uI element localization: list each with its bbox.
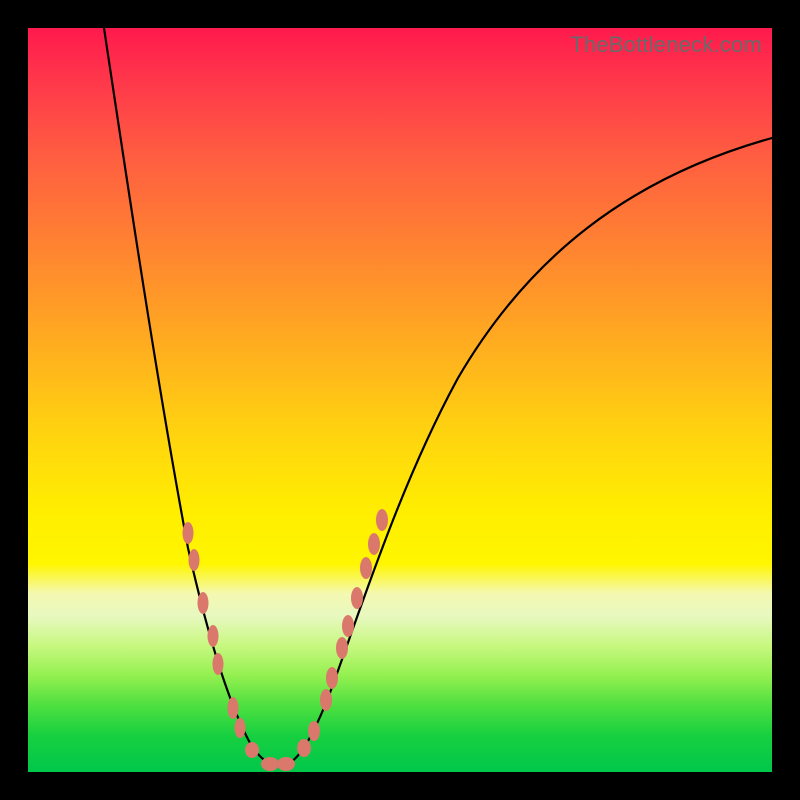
marker-pill xyxy=(235,718,246,738)
chart-svg xyxy=(28,28,772,772)
marker-pill xyxy=(376,509,388,531)
marker-pill xyxy=(277,757,295,771)
marker-pill xyxy=(183,522,194,544)
left-curve xyxy=(104,28,280,766)
marker-pill xyxy=(308,721,320,741)
marker-pill xyxy=(336,637,348,659)
marker-pill xyxy=(261,757,279,771)
marker-pill xyxy=(189,549,200,571)
marker-group xyxy=(183,509,389,771)
marker-pill xyxy=(213,653,224,675)
chart-frame: TheBottleneck.com xyxy=(28,28,772,772)
marker-pill xyxy=(326,667,338,689)
marker-pill xyxy=(297,739,311,757)
marker-pill xyxy=(198,592,209,614)
right-curve xyxy=(280,138,772,766)
marker-pill xyxy=(368,533,380,555)
marker-pill xyxy=(208,625,219,647)
marker-pill xyxy=(351,587,363,609)
marker-pill xyxy=(342,615,354,637)
marker-pill xyxy=(320,689,332,711)
marker-pill xyxy=(228,697,239,719)
marker-pill xyxy=(360,557,372,579)
marker-pill xyxy=(245,742,259,758)
